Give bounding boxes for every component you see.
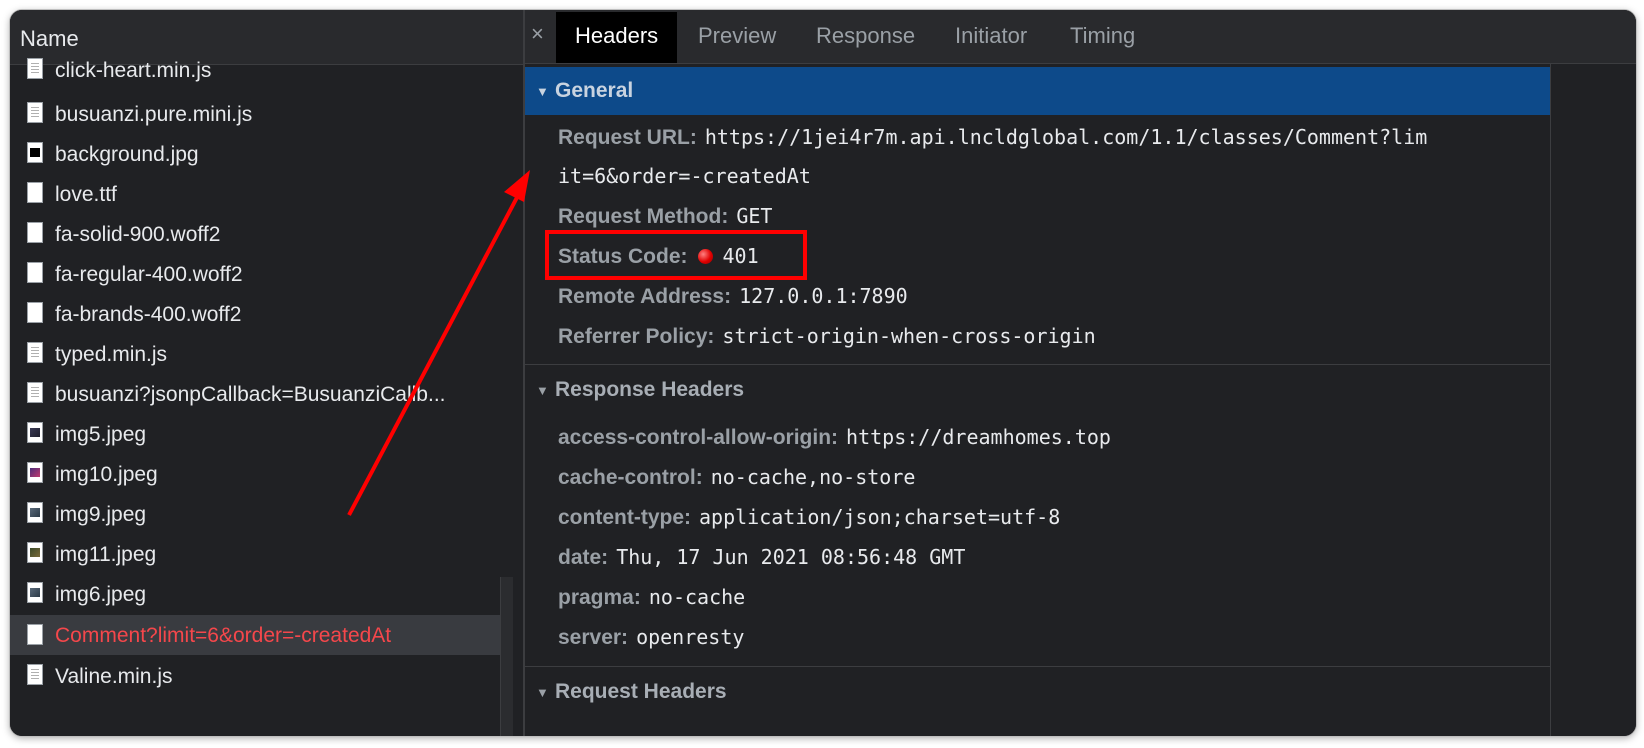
devtools-window: Name click-heart.min.js busuanzi.pure.mi… <box>10 10 1636 736</box>
annotation-arrow <box>347 170 530 516</box>
